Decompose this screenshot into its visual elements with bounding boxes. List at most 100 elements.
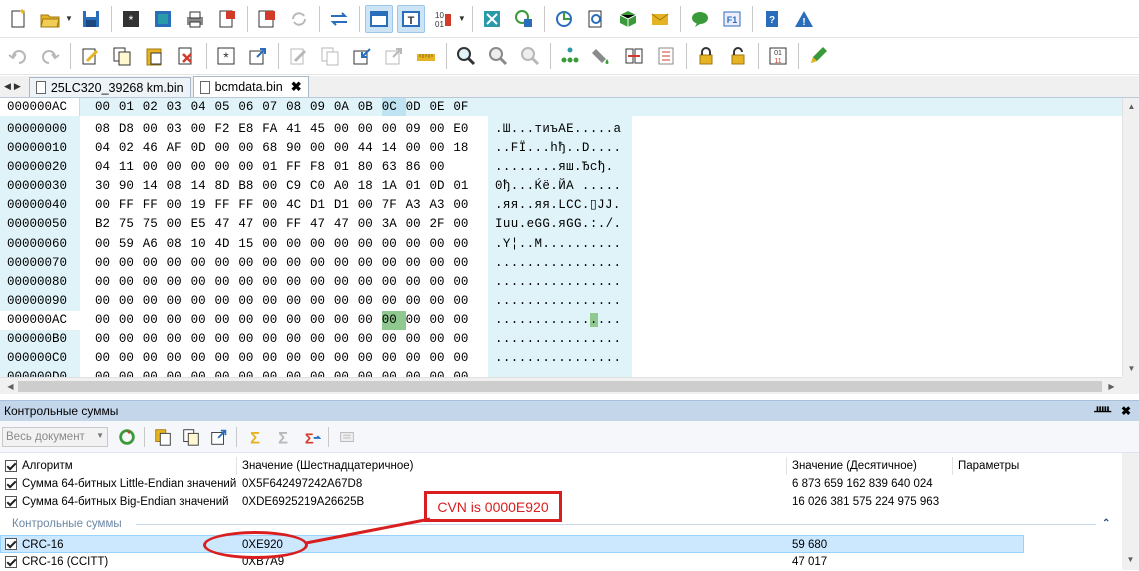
ascii-row[interactable]: ................ bbox=[495, 368, 632, 377]
hex-byte[interactable]: 00 bbox=[310, 254, 334, 273]
hex-byte[interactable]: 75 bbox=[119, 215, 143, 234]
hex-byte[interactable]: 00 bbox=[143, 349, 167, 368]
hex-byte[interactable]: 00 bbox=[262, 292, 286, 311]
dropdown-arrow-icon[interactable]: ▼ bbox=[458, 14, 466, 23]
hex-byte[interactable]: 00 bbox=[95, 254, 119, 273]
zoom-out-button[interactable] bbox=[484, 42, 512, 70]
hex-editor[interactable]: 00000000 00000010 00000020 00000030 00000040… bbox=[0, 116, 1122, 377]
export-button[interactable] bbox=[206, 424, 232, 450]
open-folder-button[interactable] bbox=[36, 5, 64, 33]
hex-byte[interactable]: F8 bbox=[310, 158, 334, 177]
warning-button[interactable]: ! bbox=[790, 5, 818, 33]
hex-byte[interactable]: 00 bbox=[191, 254, 215, 273]
hex-byte[interactable]: 00 bbox=[214, 273, 238, 292]
hex-byte[interactable]: 00 bbox=[238, 311, 262, 330]
binary-button[interactable]: 01 11 bbox=[764, 42, 792, 70]
ascii-row[interactable]: ..FЇ...hђ..D.... bbox=[495, 139, 632, 158]
hex-byte[interactable]: 14 bbox=[382, 139, 406, 158]
dropdown-arrow-icon[interactable]: ▼ bbox=[65, 14, 73, 23]
hex-byte[interactable]: 18 bbox=[358, 177, 382, 196]
hex-byte[interactable]: 00 bbox=[406, 368, 430, 377]
hex-byte[interactable]: 02 bbox=[119, 139, 143, 158]
hex-byte[interactable]: 00 bbox=[286, 254, 310, 273]
close-all-button[interactable] bbox=[253, 5, 281, 33]
hex-byte[interactable]: 00 bbox=[453, 273, 477, 292]
sync-button[interactable] bbox=[550, 5, 578, 33]
export-button[interactable] bbox=[244, 42, 272, 70]
hex-byte[interactable]: 00 bbox=[453, 235, 477, 254]
import-button[interactable] bbox=[348, 42, 376, 70]
undo-button[interactable] bbox=[4, 42, 32, 70]
hex-row[interactable]: 00 FF FF 00 19 FF FF 00 4C D1 D1 00 7F A3 A3 00 bbox=[95, 196, 480, 215]
hex-byte[interactable]: 00 bbox=[453, 368, 477, 377]
hex-byte[interactable]: 00 bbox=[310, 235, 334, 254]
hex-byte[interactable]: 00 bbox=[453, 349, 477, 368]
hex-byte[interactable]: 00 bbox=[429, 311, 453, 330]
save-all-button[interactable]: * bbox=[117, 5, 145, 33]
hex-byte[interactable]: 00 bbox=[334, 349, 358, 368]
scope-select[interactable]: Весь документ ▼ bbox=[2, 426, 108, 447]
hex-byte[interactable]: 15 bbox=[238, 235, 262, 254]
hex-byte[interactable]: 0D bbox=[429, 177, 453, 196]
hex-byte[interactable]: FF bbox=[286, 158, 310, 177]
hex-byte[interactable]: 86 bbox=[406, 158, 430, 177]
hex-byte[interactable]: A3 bbox=[429, 196, 453, 215]
chat-button[interactable] bbox=[686, 5, 714, 33]
hex-byte[interactable]: 00 bbox=[286, 349, 310, 368]
hex-byte[interactable]: 00 bbox=[238, 330, 262, 349]
hex-byte[interactable]: 00 bbox=[238, 349, 262, 368]
hex-byte[interactable]: FF bbox=[119, 196, 143, 215]
hex-byte[interactable]: 00 bbox=[214, 349, 238, 368]
hex-byte[interactable]: 00 bbox=[143, 368, 167, 377]
hex-byte[interactable]: 00 bbox=[167, 254, 191, 273]
hex-byte[interactable]: 00 bbox=[119, 330, 143, 349]
zoom-in-button[interactable] bbox=[452, 42, 480, 70]
hex-byte[interactable]: 00 bbox=[358, 120, 382, 139]
mail-button[interactable] bbox=[646, 5, 674, 33]
hex-byte[interactable]: 00 bbox=[382, 120, 406, 139]
hex-byte[interactable]: 00 bbox=[382, 349, 406, 368]
copy-checksum-button[interactable] bbox=[150, 424, 176, 450]
export-disabled-button[interactable] bbox=[380, 42, 408, 70]
search-file-button[interactable] bbox=[582, 5, 610, 33]
hex-byte[interactable]: 00 bbox=[406, 235, 430, 254]
hex-vertical-scrollbar[interactable]: ▲ ▼ bbox=[1122, 98, 1139, 377]
hex-byte[interactable]: 00 bbox=[358, 292, 382, 311]
hex-byte[interactable]: 00 bbox=[191, 273, 215, 292]
hex-byte[interactable]: 00 bbox=[119, 292, 143, 311]
hex-byte[interactable]: 2F bbox=[429, 215, 453, 234]
hex-byte[interactable]: D1 bbox=[334, 196, 358, 215]
hex-byte[interactable]: 00 bbox=[191, 292, 215, 311]
hex-row[interactable]: 00000000000000000000000000000000 bbox=[95, 273, 480, 292]
hex-byte[interactable]: 90 bbox=[286, 139, 310, 158]
hex-byte[interactable]: 00 bbox=[406, 349, 430, 368]
hex-byte[interactable]: 00 bbox=[214, 158, 238, 177]
ascii-row[interactable]: ........яш.Ђcђ. bbox=[495, 158, 632, 177]
hex-byte[interactable]: 0D bbox=[191, 139, 215, 158]
hex-byte[interactable]: 00 bbox=[119, 273, 143, 292]
hex-byte[interactable]: 00 bbox=[191, 368, 215, 377]
hex-byte[interactable]: 00 bbox=[95, 273, 119, 292]
ascii-row[interactable]: .яя..яя.LСС.▯JJ. bbox=[495, 196, 632, 215]
tab-scroll-right-icon[interactable]: ▶ bbox=[14, 81, 21, 92]
hex-byte[interactable]: 00 bbox=[143, 120, 167, 139]
hex-byte[interactable]: 00 bbox=[95, 292, 119, 311]
hex-row[interactable]: 30 90 14 08 14 8D B8 00 C9 C0 A0 18 1A 01 0D 01 bbox=[95, 177, 480, 196]
hex-byte[interactable]: 00 bbox=[191, 349, 215, 368]
hex-byte[interactable]: 00 bbox=[167, 349, 191, 368]
hex-byte[interactable]: 44 bbox=[358, 139, 382, 158]
hex-byte[interactable]: 00 bbox=[382, 254, 406, 273]
hex-byte[interactable]: C9 bbox=[286, 177, 310, 196]
hex-byte[interactable]: 00 bbox=[453, 196, 477, 215]
hex-byte[interactable]: 41 bbox=[286, 120, 310, 139]
close-file-button[interactable] bbox=[213, 5, 241, 33]
insert-button[interactable]: * bbox=[212, 42, 240, 70]
hex-byte[interactable]: 00 bbox=[358, 273, 382, 292]
hex-byte[interactable]: 00 bbox=[406, 330, 430, 349]
hex-byte[interactable]: 00 bbox=[238, 254, 262, 273]
hex-byte[interactable]: 00 bbox=[214, 330, 238, 349]
hex-horizontal-scrollbar[interactable]: ◀ ▶ bbox=[0, 377, 1122, 394]
hex-byte[interactable]: 19 bbox=[191, 196, 215, 215]
refresh-green-button[interactable] bbox=[114, 424, 140, 450]
hex-byte[interactable]: 08 bbox=[167, 235, 191, 254]
